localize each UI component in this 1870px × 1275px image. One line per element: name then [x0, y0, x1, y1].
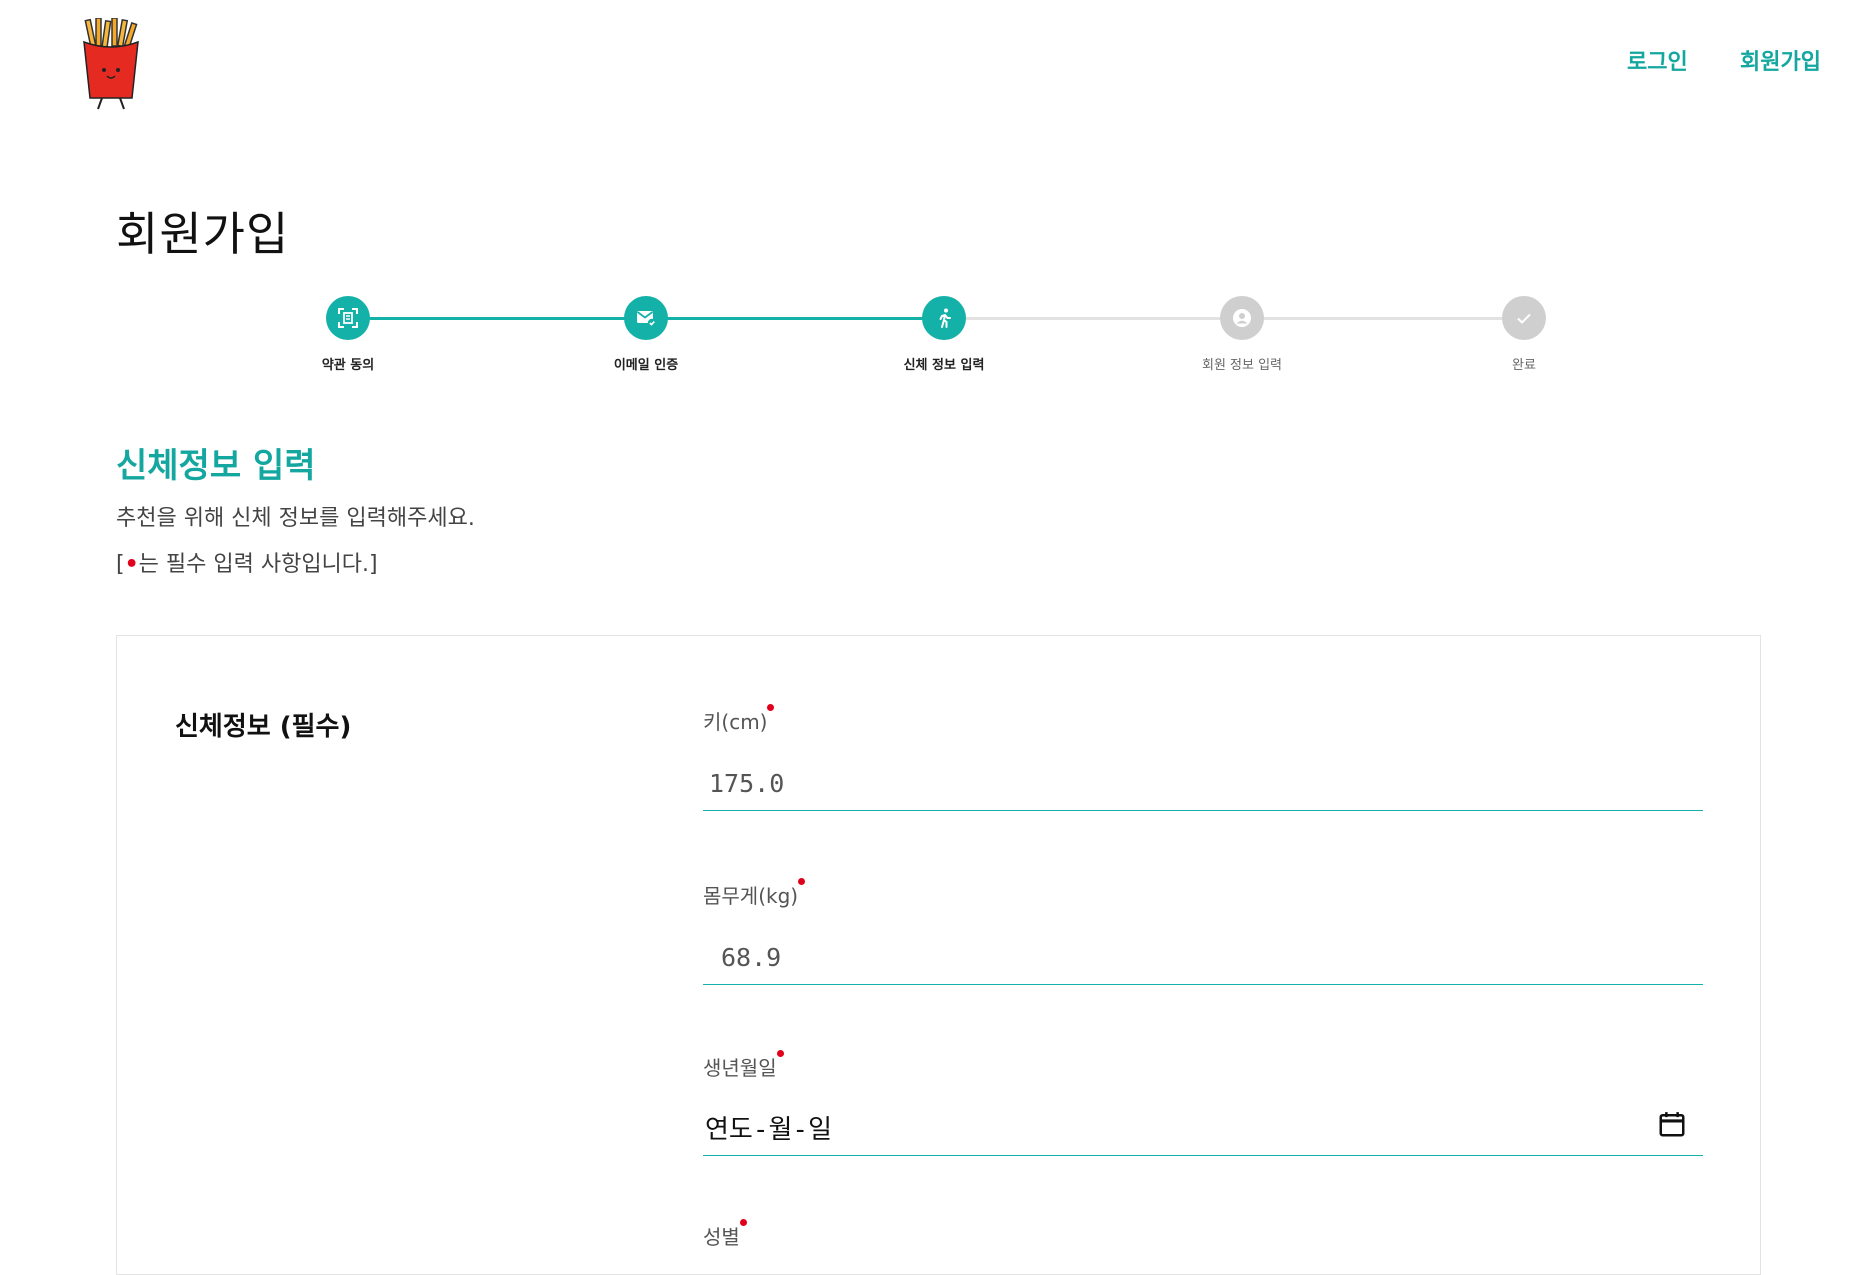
height-field: 키(cm) [703, 704, 1703, 811]
birthdate-label-text: 생년월일 [703, 1056, 777, 1080]
top-nav: 로그인 회원가입 [0, 44, 1870, 84]
birthdate-label: 생년월일 [703, 1050, 784, 1081]
gender-label: 성별 [703, 1219, 747, 1250]
weight-input[interactable] [703, 925, 1703, 985]
weight-label: 몸무게(kg) [703, 878, 806, 909]
user-circle-icon [1233, 309, 1251, 327]
step-label-member-info: 회원 정보 입력 [1201, 358, 1283, 373]
required-dot [798, 878, 806, 885]
weight-field: 몸무게(kg) [703, 878, 1703, 985]
required-dot [767, 704, 775, 711]
gender-field: 성별 [703, 1219, 1703, 1250]
header: 로그인 회원가입 [0, 0, 1870, 120]
weight-label-text: 몸무게(kg) [703, 884, 799, 908]
step-circle-member-info [1220, 296, 1264, 340]
step-circle-body-info [922, 296, 966, 340]
step-label-terms: 약관 동의 [321, 358, 375, 373]
calendar-icon[interactable] [1657, 1109, 1687, 1139]
check-icon [1517, 313, 1531, 324]
birthdate-input[interactable]: 연도-월-일 [703, 1095, 1703, 1156]
step-circle-complete [1502, 296, 1546, 340]
height-label-text: 키(cm) [703, 710, 768, 734]
required-notice-text: 는 필수 입력 사항입니다.] [138, 552, 378, 577]
step-label-email: 이메일 인증 [613, 358, 679, 373]
step-circle-terms [326, 296, 370, 340]
step-body-info: 신체 정보 입력 [864, 296, 1024, 373]
required-notice: [•는 필수 입력 사항입니다.] [116, 546, 378, 578]
signup-stepper: 약관 동의 이메일 인증 신체 정보 입력 회원 정보 입력 완료 [322, 296, 1548, 376]
section-title: 신체정보 입력 [116, 446, 316, 486]
body-info-card: 신체정보 (필수) 키(cm) 몸무게(kg) 생년월일 연도-월-일 성별 [116, 635, 1761, 1275]
body-info-group-label: 신체정보 (필수) [175, 712, 352, 742]
step-circle-email [624, 296, 668, 340]
height-label: 키(cm) [703, 704, 775, 735]
required-dot [776, 1050, 784, 1057]
step-email: 이메일 인증 [566, 296, 726, 373]
birthdate-value: 연도-월-일 [705, 1115, 832, 1145]
login-link[interactable]: 로그인 [1627, 44, 1688, 76]
page-title: 회원가입 [116, 207, 290, 261]
height-input[interactable] [703, 751, 1703, 811]
required-notice-open: [ [116, 552, 125, 577]
birthdate-field: 생년월일 연도-월-일 [703, 1050, 1703, 1156]
gender-label-text: 성별 [703, 1225, 740, 1249]
signup-link[interactable]: 회원가입 [1740, 44, 1821, 76]
step-label-complete: 완료 [1512, 358, 1536, 373]
step-label-body-info: 신체 정보 입력 [903, 358, 985, 373]
required-dot [739, 1219, 747, 1226]
step-terms: 약관 동의 [268, 296, 428, 373]
section-description: 추천을 위해 신체 정보를 입력해주세요. [116, 506, 475, 531]
step-member-info: 회원 정보 입력 [1162, 296, 1322, 373]
step-complete: 완료 [1444, 296, 1604, 373]
running-person-icon [939, 308, 951, 328]
document-scan-icon [338, 308, 358, 328]
required-dot: • [124, 552, 139, 577]
mail-check-icon [636, 311, 657, 328]
